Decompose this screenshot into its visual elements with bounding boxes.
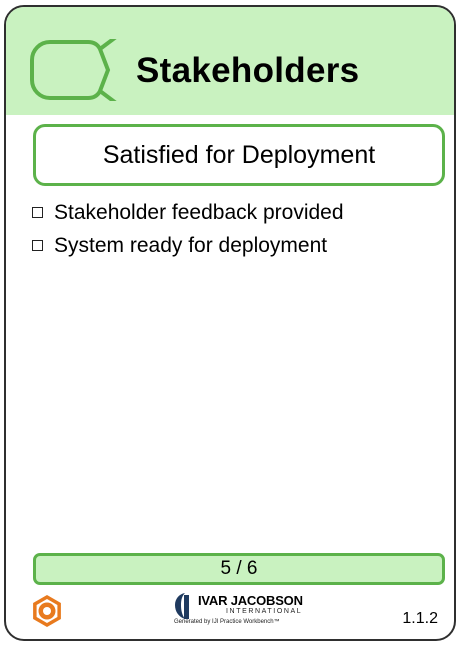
alpha-state-card: Stakeholders Satisfied for Deployment St… [4, 5, 456, 641]
checklist-item-label: Stakeholder feedback provided [54, 200, 344, 224]
card-header: Stakeholders [6, 7, 454, 115]
state-progress-indicator: 5 / 6 [33, 553, 445, 585]
alpha-symbol-icon [30, 39, 117, 101]
checklist-item: Stakeholder feedback provided [30, 196, 344, 229]
ivar-jacobson-logo: IVAR JACOBSON INTERNATIONAL Generated by… [156, 591, 326, 631]
checklist-item-label: System ready for deployment [54, 233, 328, 257]
checklist-item: System ready for deployment [30, 229, 344, 262]
card-title: Stakeholders [136, 51, 360, 90]
generated-by-text: Generated by IJI Practice Workbench™ [174, 619, 280, 625]
checkbox-icon [32, 207, 43, 218]
checkbox-icon [32, 240, 43, 251]
version-label: 1.1.2 [402, 610, 438, 627]
company-name: IVAR JACOBSON [198, 593, 303, 608]
ivar-jacobson-logo-icon [175, 593, 189, 619]
state-name-box: Satisfied for Deployment [33, 124, 445, 186]
checklist: Stakeholder feedback provided System rea… [30, 196, 344, 262]
company-subtitle: INTERNATIONAL [226, 608, 303, 615]
gear-icon [33, 595, 61, 627]
